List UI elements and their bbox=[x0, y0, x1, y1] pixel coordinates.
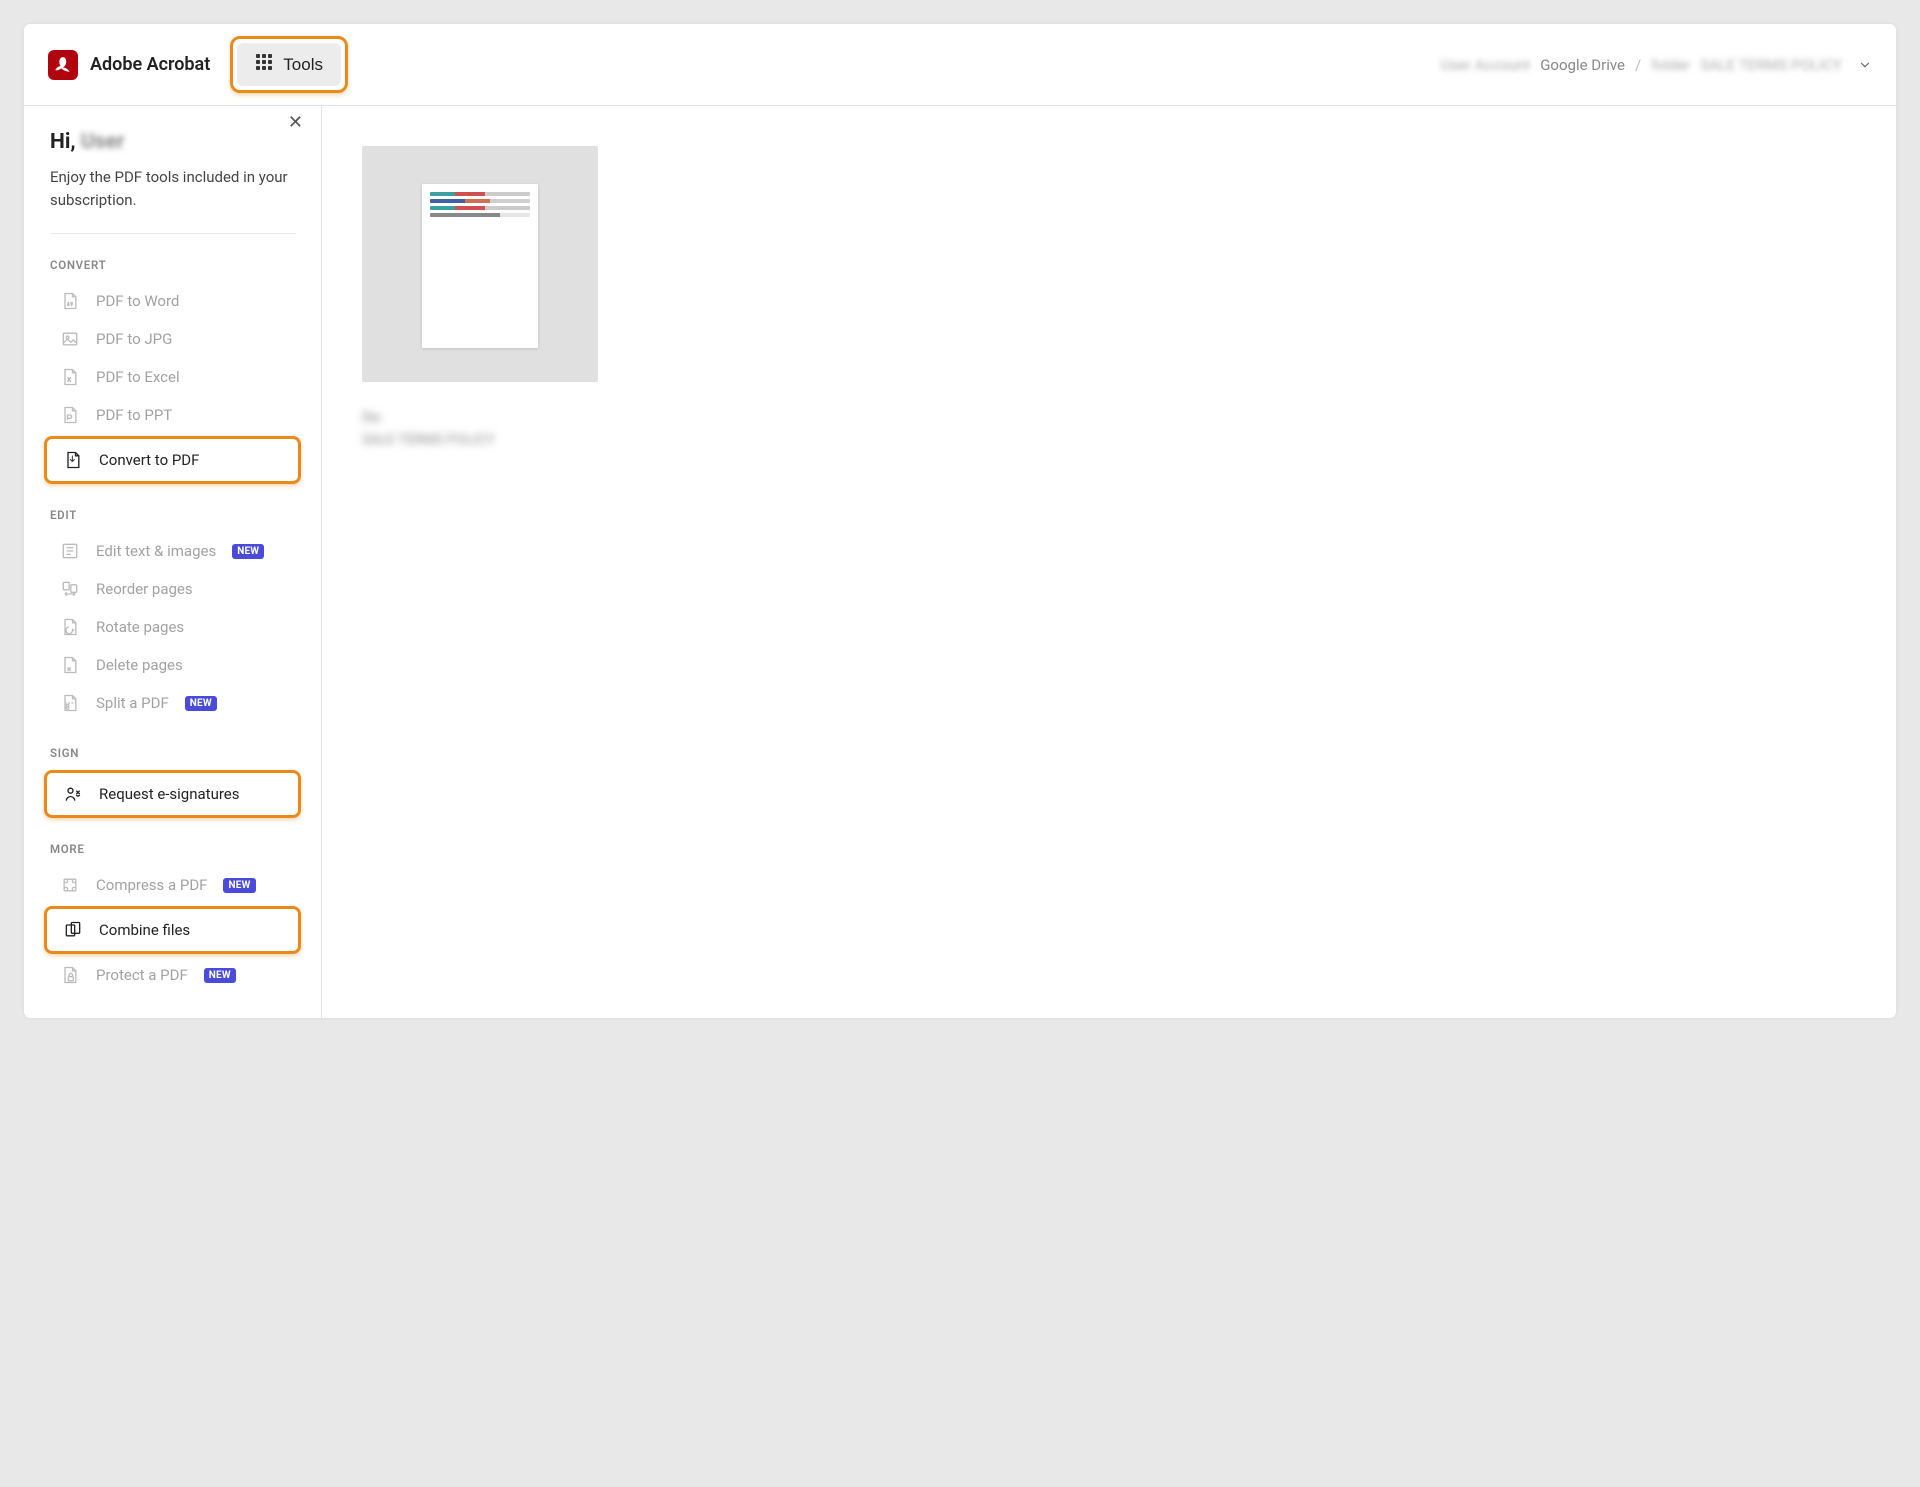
section-sign-label: SIGN bbox=[50, 746, 295, 760]
compress-icon bbox=[60, 875, 80, 895]
tool-rotate-pages[interactable]: Rotate pages bbox=[50, 608, 295, 646]
section-more-label: MORE bbox=[50, 842, 295, 856]
tool-edit-text-images[interactable]: Edit text & images NEW bbox=[50, 532, 295, 570]
breadcrumb-folder: folder bbox=[1651, 56, 1690, 74]
new-badge: NEW bbox=[232, 544, 264, 559]
acrobat-logo-icon bbox=[48, 50, 78, 80]
tool-split-pdf[interactable]: Split a PDF NEW bbox=[50, 684, 295, 722]
tool-label: Compress a PDF bbox=[96, 876, 207, 894]
breadcrumb-account: User Account bbox=[1440, 56, 1530, 74]
edit-list: Edit text & images NEW Reorder pages Rot… bbox=[50, 532, 295, 722]
tool-label: PDF to JPG bbox=[96, 330, 172, 348]
tool-request-esignatures[interactable]: Request e-signatures bbox=[44, 770, 301, 818]
tool-pdf-to-excel[interactable]: PDF to Excel bbox=[50, 358, 295, 396]
tool-pdf-to-word[interactable]: PDF to Word bbox=[50, 282, 295, 320]
new-badge: NEW bbox=[223, 878, 255, 893]
pdf-to-jpg-icon bbox=[60, 329, 80, 349]
tools-button-highlight: Tools bbox=[230, 36, 348, 93]
tool-label: Rotate pages bbox=[96, 618, 184, 636]
tool-combine-files[interactable]: Combine files bbox=[44, 906, 301, 954]
subgreeting: Enjoy the PDF tools included in your sub… bbox=[50, 166, 295, 234]
pdf-to-excel-icon bbox=[60, 367, 80, 387]
main-area: file SALE TERMS POLICY bbox=[322, 106, 1896, 1018]
sign-list: Request e-signatures bbox=[50, 770, 295, 818]
header-left: Adobe Acrobat Tools bbox=[48, 36, 348, 93]
combine-icon bbox=[63, 920, 83, 940]
document-thumbnail bbox=[362, 146, 598, 382]
document-page-preview bbox=[422, 184, 538, 348]
tool-label: PDF to PPT bbox=[96, 406, 172, 424]
tool-label: Delete pages bbox=[96, 656, 183, 674]
tool-label: Protect a PDF bbox=[96, 966, 188, 984]
app-title: Adobe Acrobat bbox=[90, 54, 210, 75]
tools-sidebar: ✕ Hi, User Enjoy the PDF tools included … bbox=[24, 106, 322, 1018]
protect-icon bbox=[60, 965, 80, 985]
more-list: Compress a PDF NEW Combine files Protect… bbox=[50, 866, 295, 994]
breadcrumb-sep: / bbox=[1635, 56, 1641, 74]
document-name: file bbox=[362, 410, 598, 426]
body: ✕ Hi, User Enjoy the PDF tools included … bbox=[24, 106, 1896, 1018]
tool-label: Edit text & images bbox=[96, 542, 216, 560]
tool-compress-pdf[interactable]: Compress a PDF NEW bbox=[50, 866, 295, 904]
greeting: Hi, User bbox=[50, 130, 295, 154]
pdf-to-ppt-icon bbox=[60, 405, 80, 425]
tool-label: PDF to Excel bbox=[96, 368, 180, 386]
split-icon bbox=[60, 693, 80, 713]
greeting-prefix: Hi, bbox=[50, 130, 81, 154]
breadcrumb-file: SALE TERMS POLICY bbox=[1700, 56, 1842, 74]
breadcrumb[interactable]: User Account Google Drive / folder SALE … bbox=[1440, 56, 1872, 74]
edit-text-icon bbox=[60, 541, 80, 561]
tool-pdf-to-ppt[interactable]: PDF to PPT bbox=[50, 396, 295, 434]
tool-label: Request e-signatures bbox=[99, 785, 240, 803]
delete-icon bbox=[60, 655, 80, 675]
tools-button-label: Tools bbox=[283, 55, 323, 75]
chevron-down-icon[interactable] bbox=[1858, 58, 1872, 72]
tool-label: Combine files bbox=[99, 921, 190, 939]
convert-list: PDF to Word PDF to JPG PDF to Excel PDF … bbox=[50, 282, 295, 484]
breadcrumb-drive[interactable]: Google Drive bbox=[1540, 56, 1625, 74]
tool-reorder-pages[interactable]: Reorder pages bbox=[50, 570, 295, 608]
reorder-icon bbox=[60, 579, 80, 599]
document-title: SALE TERMS POLICY bbox=[362, 432, 598, 448]
greeting-name: User bbox=[81, 130, 125, 154]
new-badge: NEW bbox=[185, 696, 217, 711]
pdf-to-word-icon bbox=[60, 291, 80, 311]
tool-delete-pages[interactable]: Delete pages bbox=[50, 646, 295, 684]
tool-label: Reorder pages bbox=[96, 580, 193, 598]
rotate-icon bbox=[60, 617, 80, 637]
esign-icon bbox=[63, 784, 83, 804]
tool-protect-pdf[interactable]: Protect a PDF NEW bbox=[50, 956, 295, 994]
tool-convert-to-pdf[interactable]: Convert to PDF bbox=[44, 436, 301, 484]
document-meta: file SALE TERMS POLICY bbox=[362, 410, 598, 448]
grid-icon bbox=[255, 53, 273, 76]
header: Adobe Acrobat Tools User Account Google … bbox=[24, 24, 1896, 106]
section-convert-label: CONVERT bbox=[50, 258, 295, 272]
tool-label: Convert to PDF bbox=[99, 451, 199, 469]
new-badge: NEW bbox=[204, 968, 236, 983]
convert-to-pdf-icon bbox=[63, 450, 83, 470]
tool-pdf-to-jpg[interactable]: PDF to JPG bbox=[50, 320, 295, 358]
document-card[interactable]: file SALE TERMS POLICY bbox=[362, 146, 598, 448]
tool-label: PDF to Word bbox=[96, 292, 179, 310]
tool-label: Split a PDF bbox=[96, 694, 169, 712]
section-edit-label: EDIT bbox=[50, 508, 295, 522]
tools-button[interactable]: Tools bbox=[237, 43, 341, 86]
app-window: Adobe Acrobat Tools User Account Google … bbox=[24, 24, 1896, 1018]
